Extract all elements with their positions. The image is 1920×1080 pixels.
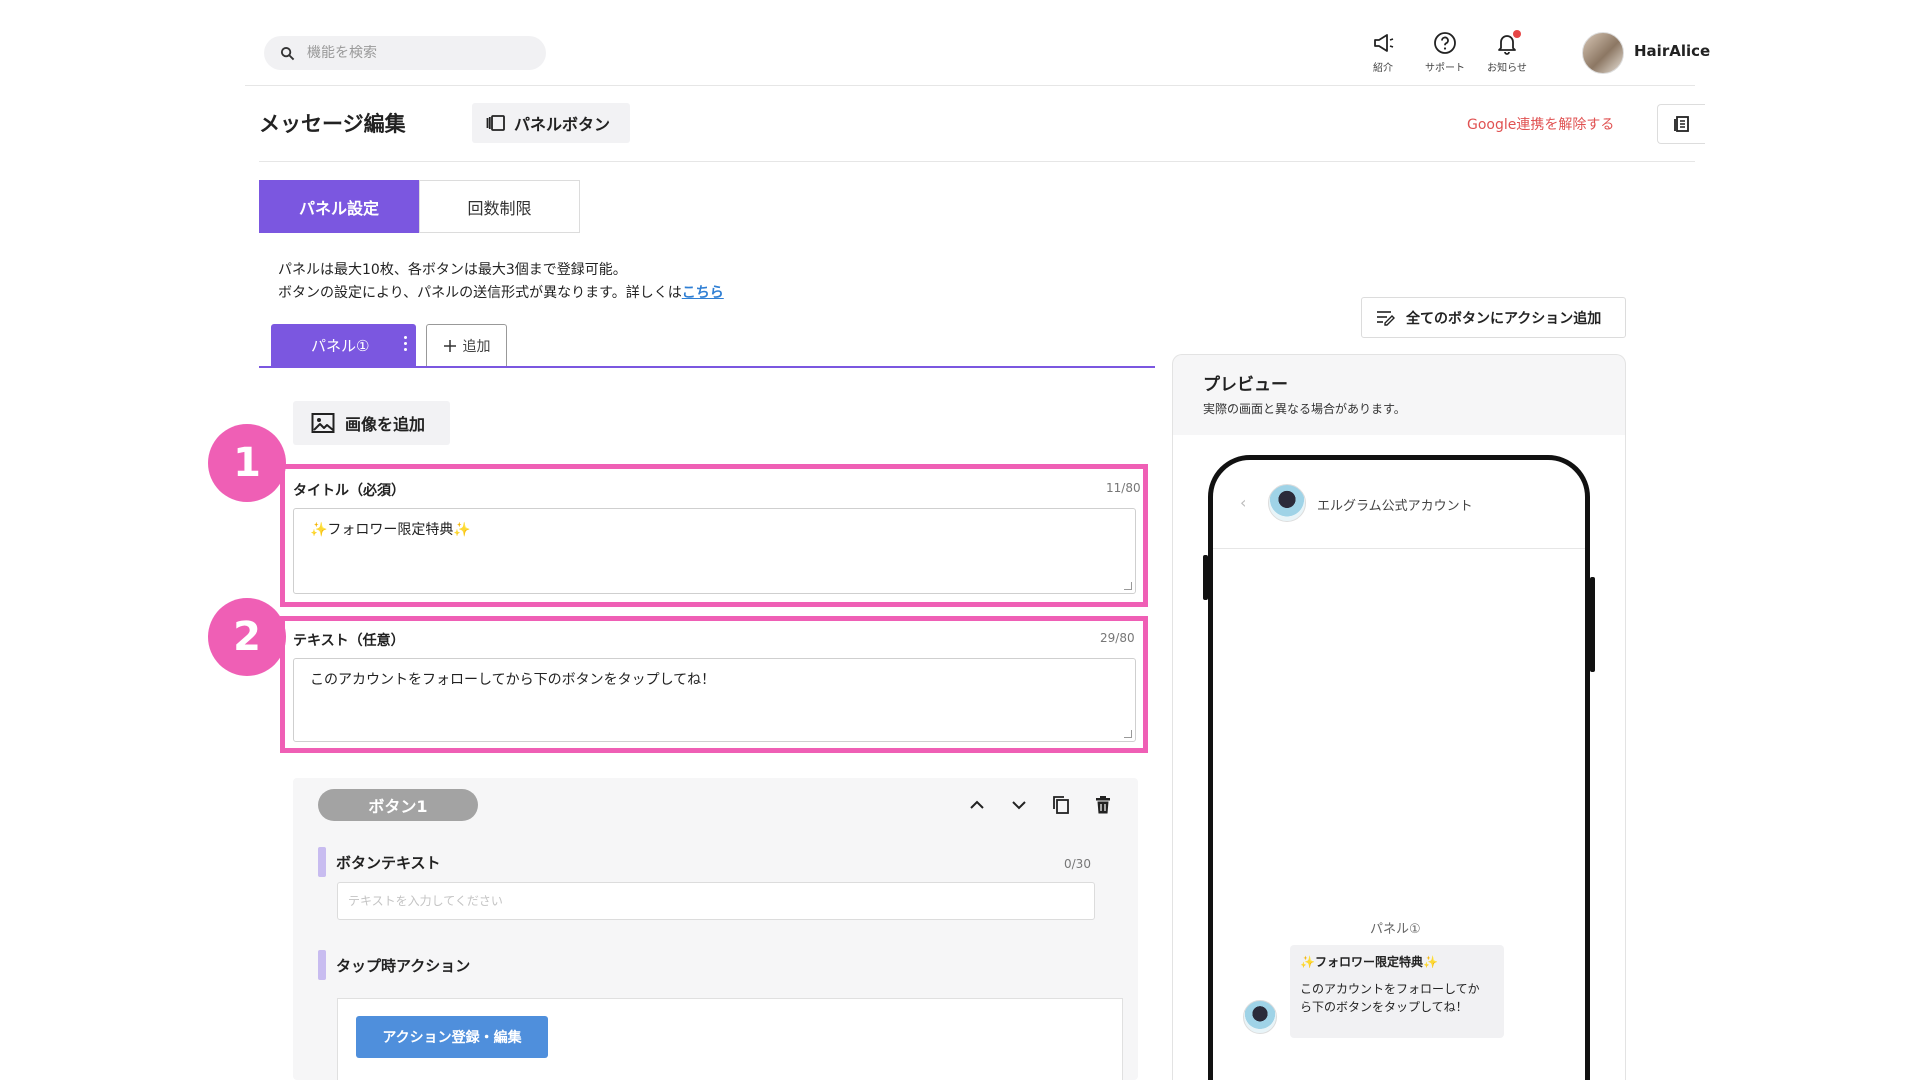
text-textarea[interactable]: このアカウントをフォローしてから下のボタンをタップしてね！ [293,658,1136,742]
section-bar [318,950,326,980]
tap-action-section-label: タップ時アクション [318,950,470,980]
bubble-title-text: フォロワー限定特典 [1314,955,1423,969]
search-input[interactable] [307,45,527,61]
plus-icon [443,340,456,352]
panel-button-type-label: パネルボタン [514,115,611,134]
notifications-button[interactable]: お知らせ [1477,30,1537,74]
delete-button[interactable] [1090,792,1116,818]
megaphone-icon [1374,34,1394,52]
avatar[interactable] [1582,32,1624,74]
description-line-2: ボタンの設定により、パネルの送信形式が異なります。詳しくはこちら [278,282,724,302]
description-line-2-text: ボタンの設定により、パネルの送信形式が異なります。詳しくは [278,285,682,301]
phone-side-button-left [1203,555,1208,600]
notification-dot [1513,30,1521,38]
button-text-label: ボタンテキスト [336,853,441,872]
annotation-badge-2: 2 [208,598,286,676]
account-avatar [1268,484,1306,522]
panel-tab-label: パネル① [311,337,370,355]
help-icon [1434,32,1456,54]
title-char-counter: 11/80 [1106,481,1141,495]
panel-tab-1[interactable]: パネル① [271,324,416,367]
message-avatar [1243,1000,1277,1034]
details-link[interactable]: こちら [682,285,724,301]
sparkle-icon: ✨ [1422,955,1438,969]
google-unlink-link[interactable]: Google連携を解除する [1467,114,1614,134]
add-image-label: 画像を追加 [345,415,426,434]
topbar-divider [245,85,1695,86]
preview-title: プレビュー [1203,375,1288,395]
chevron-up-icon [970,800,984,809]
add-panel-button[interactable]: 追加 [426,324,507,367]
image-icon [311,413,335,433]
bubble-text-line-1: このアカウントをフォローしてか [1300,982,1480,996]
search-icon [280,46,295,60]
preview-note: 実際の画面と異なる場合があります。 [1203,402,1406,416]
resize-handle[interactable] [1124,730,1132,738]
text-value: このアカウントをフォローしてから下のボタンをタップしてね！ [310,672,716,688]
duplicate-button[interactable] [1048,792,1074,818]
introduce-label: 紹介 [1373,63,1393,74]
back-chevron-icon: ‹ [1240,493,1247,512]
description-line-1: パネルは最大10枚、各ボタンは最大3個まで登録可能。 [278,262,627,278]
user-name[interactable]: HairAlice [1634,42,1710,60]
tab-count-limit[interactable]: 回数制限 [419,180,580,233]
phone-header-divider [1213,548,1585,549]
bubble-title: ✨フォロワー限定特典✨ [1300,953,1494,970]
notifications-label: お知らせ [1487,63,1527,74]
document-icon [1673,116,1689,132]
trash-icon [1096,796,1110,814]
panel-button-type-chip: パネルボタン [472,103,630,143]
action-register-edit-button[interactable]: アクション登録・編集 [356,1016,548,1058]
filter-edit-icon [1377,310,1395,326]
preview-message-bubble: ✨フォロワー限定特典✨ このアカウントをフォローしてか ら下のボタンをタップして… [1290,945,1504,1038]
button-text-input[interactable] [337,882,1095,920]
account-name: エルグラム公式アカウント [1317,499,1473,514]
move-up-button[interactable] [964,792,990,818]
search-bar[interactable] [264,36,546,70]
add-action-to-all-label: 全てのボタンにアクション追加 [1406,310,1602,327]
move-down-button[interactable] [1006,792,1032,818]
add-image-button[interactable]: 画像を追加 [293,401,450,445]
text-char-counter: 29/80 [1100,631,1135,645]
title-textarea[interactable]: ✨フォロワー限定特典✨ [293,508,1136,594]
copy-icon [1053,796,1069,814]
preview-panel-label: パネル① [1370,922,1421,937]
title-field-label: タイトル（必須） [293,483,405,499]
add-panel-label: 追加 [462,339,491,355]
button-text-section-label: ボタンテキスト [318,847,441,877]
support-label: サポート [1425,63,1465,74]
more-options-icon[interactable] [404,336,408,351]
sparkle-icon: ✨ [1300,955,1315,969]
introduce-button[interactable]: 紹介 [1353,30,1413,74]
support-button[interactable]: サポート [1415,30,1475,74]
panel-tabs-underline [259,366,1155,368]
panel-icon [486,115,505,131]
phone-side-button-right [1590,577,1595,672]
button-text-counter: 0/30 [1064,857,1091,871]
page-title: メッセージ編集 [259,112,406,136]
chevron-down-icon [1012,801,1026,810]
tap-action-label: タップ時アクション [336,956,471,975]
annotation-badge-1: 1 [208,424,286,502]
bubble-text-line-2: ら下のボタンをタップしてね！ [1300,1000,1468,1014]
export-button[interactable] [1657,104,1705,144]
add-action-to-all-buttons[interactable]: 全てのボタンにアクション追加 [1361,297,1626,338]
title-value: ✨フォロワー限定特典✨ [310,522,471,538]
header-divider [259,161,1695,162]
button-1-pill: ボタン1 [318,789,478,821]
tab-panel-settings[interactable]: パネル設定 [259,180,419,233]
section-bar [318,847,326,877]
resize-handle[interactable] [1124,582,1132,590]
text-field-label: テキスト（任意） [293,633,405,649]
